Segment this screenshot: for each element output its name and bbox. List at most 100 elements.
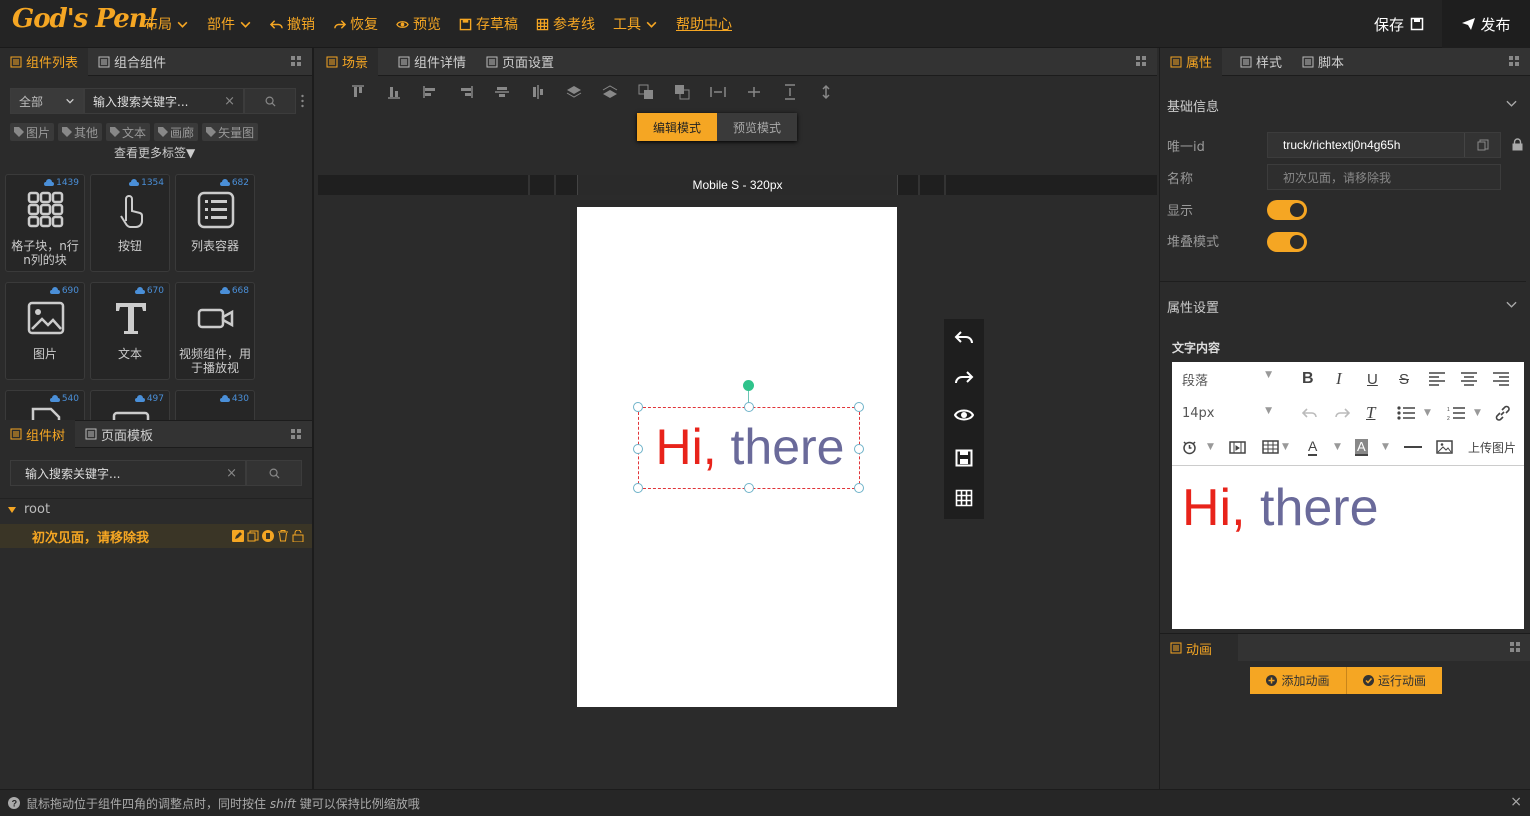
component-card[interactable]: 430 <box>175 390 255 420</box>
tab-combined[interactable]: 组合组件 <box>88 48 176 76</box>
component-card[interactable]: 1439 格子块，n行n列的块 <box>5 174 85 272</box>
bring-front-icon[interactable] <box>638 84 654 100</box>
menu-preview[interactable]: 预览 <box>396 14 441 34</box>
section-basic[interactable]: 基础信息 <box>1167 96 1219 115</box>
component-card[interactable]: 690 图片 <box>5 282 85 380</box>
image-icon[interactable] <box>1436 440 1453 454</box>
redo-icon[interactable] <box>1334 407 1350 419</box>
editor-content[interactable]: Hi, there <box>1182 478 1379 538</box>
more-tags-link[interactable]: 查看更多标签▼ <box>114 144 195 161</box>
tab-attributes[interactable]: 属性 <box>1160 47 1223 76</box>
logo[interactable]: God's Pen! <box>12 4 158 34</box>
resize-handle[interactable] <box>633 483 643 493</box>
stack-toggle[interactable] <box>1267 232 1307 252</box>
unlock-icon[interactable] <box>292 530 304 542</box>
resize-handle[interactable] <box>854 402 864 412</box>
component-card[interactable]: 1354 按钮 <box>90 174 170 272</box>
selected-text-box[interactable]: Hi, there <box>638 407 860 489</box>
background-color-icon[interactable]: A <box>1355 438 1368 456</box>
strikethrough-icon[interactable]: S <box>1399 371 1409 388</box>
resize-handle[interactable] <box>744 483 754 493</box>
tag-chip[interactable]: 其他 <box>58 123 103 141</box>
add-animation-button[interactable]: 添加动画 <box>1250 667 1347 694</box>
rotate-handle[interactable] <box>743 380 754 391</box>
resize-handle[interactable] <box>854 444 864 454</box>
eye-icon[interactable] <box>954 407 974 423</box>
category-select[interactable]: 全部 <box>10 88 84 114</box>
media-icon[interactable] <box>1229 440 1246 454</box>
publish-button[interactable]: 发布 <box>1442 0 1530 48</box>
tag-chip[interactable]: 矢量图 <box>202 123 259 141</box>
tree-node[interactable]: 初次见面，请移除我 <box>0 524 312 548</box>
menu-redo[interactable]: 恢复 <box>333 14 378 34</box>
center-v-icon[interactable] <box>818 84 834 100</box>
menu-layout[interactable]: 布局 <box>144 14 189 34</box>
upload-image-button[interactable]: 上传图片 <box>1468 439 1516 456</box>
grid-icon[interactable] <box>1136 56 1147 67</box>
menu-save-draft[interactable]: 存草稿 <box>459 14 518 34</box>
tab-animation[interactable]: 动画 <box>1160 634 1238 662</box>
component-search-input[interactable]: 输入搜索关键字... × <box>84 88 244 114</box>
bold-icon[interactable]: B <box>1302 370 1314 388</box>
close-icon[interactable]: × <box>1510 794 1522 810</box>
align-left-icon[interactable] <box>422 84 438 100</box>
chevron-down-icon[interactable] <box>1506 301 1517 309</box>
component-card[interactable]: 682 列表容器 <box>175 174 255 272</box>
hide-icon[interactable] <box>262 530 274 542</box>
grid-icon[interactable] <box>1510 642 1521 653</box>
center-h-icon[interactable] <box>746 84 762 100</box>
block-format-select[interactable]: 段落 ▼ <box>1172 370 1280 389</box>
component-card[interactable]: 670 文本 <box>90 282 170 380</box>
edit-icon[interactable] <box>232 530 244 542</box>
layer-down-icon[interactable] <box>602 84 618 100</box>
tab-components[interactable]: 组件列表 <box>0 47 89 76</box>
more-options-icon[interactable] <box>301 94 304 108</box>
tab-styles[interactable]: 样式 <box>1230 48 1292 76</box>
canvas-text[interactable]: Hi, there <box>639 416 861 478</box>
clear-format-icon[interactable]: T <box>1366 403 1375 423</box>
resize-handle[interactable] <box>633 402 643 412</box>
align-right-icon[interactable] <box>458 84 474 100</box>
underline-icon[interactable]: U <box>1367 371 1378 388</box>
font-size-select[interactable]: 14px ▼ <box>1172 406 1280 421</box>
run-animation-button[interactable]: 运行动画 <box>1347 667 1442 694</box>
copy-icon[interactable] <box>247 530 259 542</box>
menu-undo[interactable]: 撤销 <box>270 14 315 34</box>
table-icon[interactable] <box>1262 440 1279 454</box>
redo-icon[interactable] <box>954 369 974 387</box>
section-attributes[interactable]: 属性设置 <box>1167 297 1219 316</box>
grid-icon[interactable] <box>1509 56 1520 67</box>
tag-chip[interactable]: 画廊 <box>154 123 199 141</box>
undo-icon[interactable] <box>1302 407 1318 419</box>
save-button[interactable]: 保存 <box>1356 0 1442 48</box>
search-button[interactable] <box>244 88 296 114</box>
resize-handle[interactable] <box>854 483 864 493</box>
align-top-icon[interactable] <box>350 84 366 100</box>
menu-help[interactable]: 帮助中心 <box>676 14 732 34</box>
menu-widgets[interactable]: 部件 <box>207 14 252 34</box>
horizontal-rule-icon[interactable] <box>1404 445 1422 449</box>
font-color-icon[interactable]: A <box>1308 438 1318 456</box>
tab-component-tree[interactable]: 组件树 <box>0 420 76 448</box>
italic-icon[interactable]: I <box>1336 369 1342 389</box>
tree-search-input[interactable]: 输入搜索关键字... × <box>10 460 246 486</box>
component-card[interactable]: 497 <box>90 390 170 420</box>
menu-tools[interactable]: 工具 <box>613 14 658 34</box>
distribute-h-icon[interactable] <box>710 84 726 100</box>
clock-icon[interactable] <box>1182 440 1197 455</box>
align-left-text-icon[interactable] <box>1429 372 1445 386</box>
numbered-list-icon[interactable]: 12 <box>1447 406 1465 420</box>
resize-handle[interactable] <box>633 444 643 454</box>
tab-script[interactable]: 脚本 <box>1292 48 1354 76</box>
tab-page-settings[interactable]: 页面设置 <box>476 48 564 76</box>
link-icon[interactable] <box>1494 405 1511 422</box>
align-center-text-icon[interactable] <box>1461 372 1477 386</box>
chevron-down-icon[interactable] <box>1506 100 1517 108</box>
tab-page-templates[interactable]: 页面模板 <box>75 420 163 448</box>
bullet-list-icon[interactable] <box>1397 406 1415 420</box>
component-card[interactable]: 540 <box>5 390 85 420</box>
menu-guides[interactable]: 参考线 <box>536 14 595 34</box>
undo-icon[interactable] <box>954 329 974 347</box>
grid-icon[interactable] <box>291 56 302 67</box>
distribute-v-icon[interactable] <box>782 84 798 100</box>
